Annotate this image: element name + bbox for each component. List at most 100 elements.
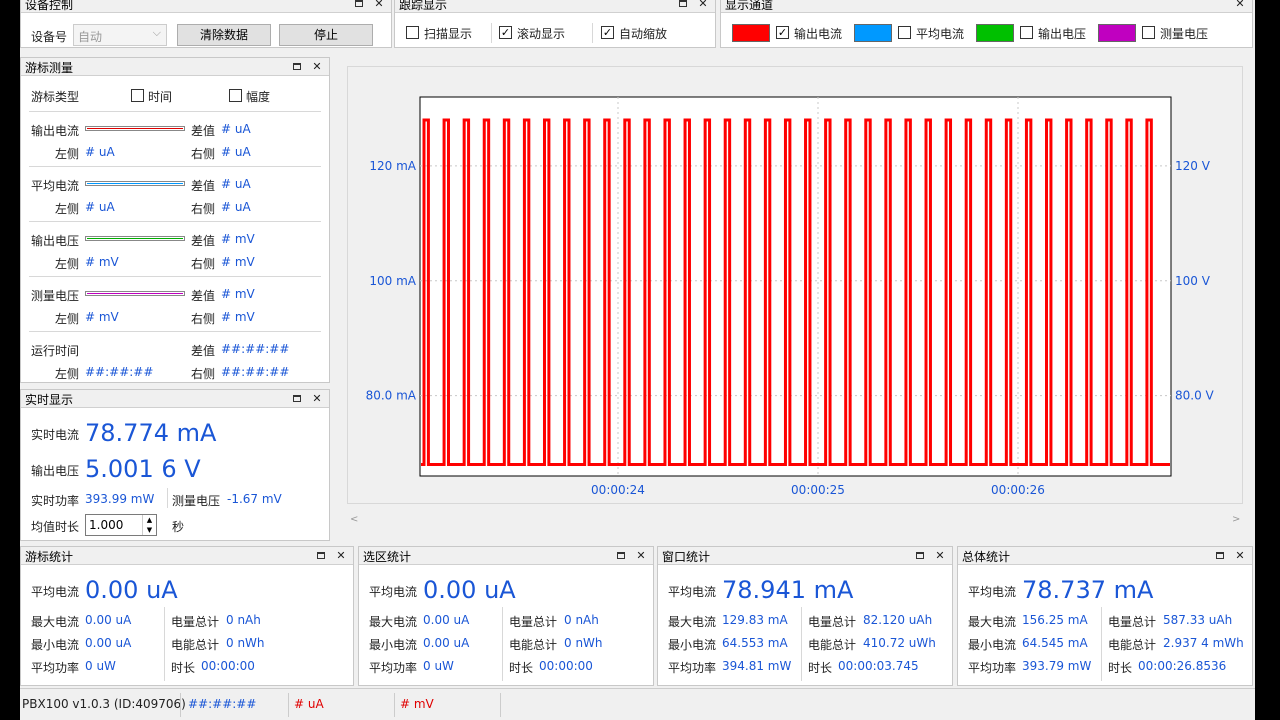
close-icon[interactable]: ✕: [633, 547, 649, 565]
avg-current-label: 平均电流: [369, 585, 418, 599]
avg-power-label: 平均功率: [668, 661, 717, 675]
avg-power-label: 平均功率: [31, 661, 80, 675]
avg-current-label: 平均电流: [668, 585, 717, 599]
left-value: # mV: [85, 255, 119, 269]
scan-display-checkbox[interactable]: [406, 26, 419, 39]
realtime-display-titlebar: 实时显示 ✕: [21, 390, 329, 408]
y-right-tick-label: 100 V: [1175, 274, 1211, 288]
energy-total-value: 0 nWh: [564, 636, 603, 650]
realtime-current-value: 78.774 mA: [85, 419, 217, 447]
cursor-amplitude-checkbox[interactable]: [229, 89, 242, 102]
stats-panel: 游标统计 ✕ 平均电流 0.00 uA 最大电流 0.00 uA 最小电流 0.…: [20, 546, 354, 686]
diff-value: # uA: [221, 122, 251, 136]
average-duration-value: 1.000: [89, 518, 124, 532]
stats-titlebar: 窗口统计 ✕: [658, 547, 952, 565]
close-icon[interactable]: ✕: [371, 0, 387, 13]
avg-power-label: 平均功率: [369, 661, 418, 675]
right-label: 右侧: [191, 257, 216, 271]
charge-total-value: 0 nAh: [564, 613, 599, 627]
channel-legend-line: [85, 291, 185, 296]
panel-title: 实时显示: [25, 393, 74, 407]
channel-label: 输出电流: [794, 27, 843, 41]
right-value: # uA: [221, 145, 251, 159]
energy-total-value: 0 nWh: [226, 636, 265, 650]
avg-power-value: 394.81 mW: [722, 659, 792, 673]
device-number-label: 设备号: [31, 30, 68, 44]
diff-label: 差值: [191, 344, 216, 358]
y-left-tick-label: 100 mA: [369, 274, 416, 288]
min-current-value: 64.545 mA: [1022, 636, 1088, 650]
spin-up-icon[interactable]: ▲: [142, 515, 156, 525]
pin-icon[interactable]: [313, 547, 329, 565]
min-current-label: 最小电流: [668, 638, 717, 652]
channel-color-swatch[interactable]: [732, 24, 770, 42]
duration-value: 00:00:26.8536: [1138, 659, 1227, 673]
cursor-channel-name: 平均电流: [31, 179, 80, 193]
cursor-time-checkbox[interactable]: [131, 89, 144, 102]
channel-label: 测量电压: [1160, 27, 1209, 41]
plot-frame: [419, 96, 1172, 477]
chevron-down-icon: ⌵: [152, 26, 161, 39]
energy-total-value: 2.937 4 mWh: [1163, 636, 1244, 650]
device-number-select[interactable]: 自动 ⌵: [73, 24, 167, 46]
pin-icon[interactable]: [675, 0, 691, 13]
scroll-display-checkbox[interactable]: ✓: [499, 26, 512, 39]
left-label: 左侧: [55, 147, 80, 161]
pin-icon[interactable]: [289, 58, 305, 76]
channel-output-voltage-checkbox[interactable]: [1020, 26, 1033, 39]
pin-icon[interactable]: [289, 390, 305, 408]
diff-label: 差值: [191, 179, 216, 193]
duration-label: 时长: [509, 661, 534, 675]
realtime-display-panel: 实时显示 ✕ 实时电流 78.774 mA 输出电压 5.001 6 V 实时功…: [20, 389, 330, 541]
close-icon[interactable]: ✕: [309, 58, 325, 76]
y-left-tick-label: 120 mA: [369, 159, 416, 173]
trace-display-titlebar: 跟踪显示 ✕: [395, 0, 715, 13]
scroll-left-icon[interactable]: <: [350, 514, 358, 525]
close-icon[interactable]: ✕: [932, 547, 948, 565]
close-icon[interactable]: ✕: [695, 0, 711, 13]
left-label: 左侧: [55, 202, 80, 216]
panel-title: 显示通道: [725, 0, 774, 12]
cursor-channel-name: 测量电压: [31, 289, 80, 303]
close-icon[interactable]: ✕: [333, 547, 349, 565]
pin-icon[interactable]: [912, 547, 928, 565]
channel-color-swatch[interactable]: [1098, 24, 1136, 42]
channel-average-current-checkbox[interactable]: [898, 26, 911, 39]
stats-titlebar: 总体统计 ✕: [958, 547, 1252, 565]
runtime-diff-value: ##:##:##: [221, 342, 290, 356]
scroll-right-icon[interactable]: >: [1232, 514, 1240, 525]
scroll-display-label: 滚动显示: [517, 27, 566, 41]
diff-value: # mV: [221, 287, 255, 301]
realtime-power-value: 393.99 mW: [85, 492, 155, 506]
stats-panel: 总体统计 ✕ 平均电流 78.737 mA 最大电流 156.25 mA 最小电…: [957, 546, 1253, 686]
panel-title: 总体统计: [962, 550, 1011, 564]
left-value: # mV: [85, 310, 119, 324]
channel-color-swatch[interactable]: [854, 24, 892, 42]
channel-output-current-checkbox[interactable]: ✓: [776, 26, 789, 39]
output-voltage-value: 5.001 6 V: [85, 455, 201, 483]
waveform-chart[interactable]: 120 mA 120 V 100 mA 100 V 80.0 mA 80.0 V 00:00…: [348, 67, 1244, 505]
right-value: # mV: [221, 310, 255, 324]
channel-measured-voltage-checkbox[interactable]: [1142, 26, 1155, 39]
close-icon[interactable]: ✕: [309, 390, 325, 408]
pin-icon[interactable]: [351, 0, 367, 13]
cursor-amplitude-label: 幅度: [246, 90, 271, 104]
close-icon[interactable]: ✕: [1232, 0, 1248, 13]
panel-title: 跟踪显示: [399, 0, 448, 12]
channel-color-swatch[interactable]: [976, 24, 1014, 42]
x-tick-label: 00:00:26: [991, 483, 1045, 497]
close-icon[interactable]: ✕: [1232, 547, 1248, 565]
stop-button[interactable]: 停止: [279, 24, 373, 46]
pin-icon[interactable]: [613, 547, 629, 565]
left-label: 左侧: [55, 257, 80, 271]
duration-label: 时长: [171, 661, 196, 675]
auto-zoom-checkbox[interactable]: ✓: [601, 26, 614, 39]
pin-icon[interactable]: [1212, 547, 1228, 565]
spin-down-icon[interactable]: ▼: [142, 525, 156, 535]
clear-data-button[interactable]: 清除数据: [177, 24, 271, 46]
realtime-current-label: 实时电流: [31, 428, 80, 442]
average-duration-spinbox[interactable]: 1.000 ▲ ▼: [85, 514, 157, 536]
output-voltage-label: 输出电压: [31, 464, 80, 478]
panel-title: 游标测量: [25, 61, 74, 75]
chart-area[interactable]: 120 mA 120 V 100 mA 100 V 80.0 mA 80.0 V 00:00…: [347, 66, 1243, 504]
